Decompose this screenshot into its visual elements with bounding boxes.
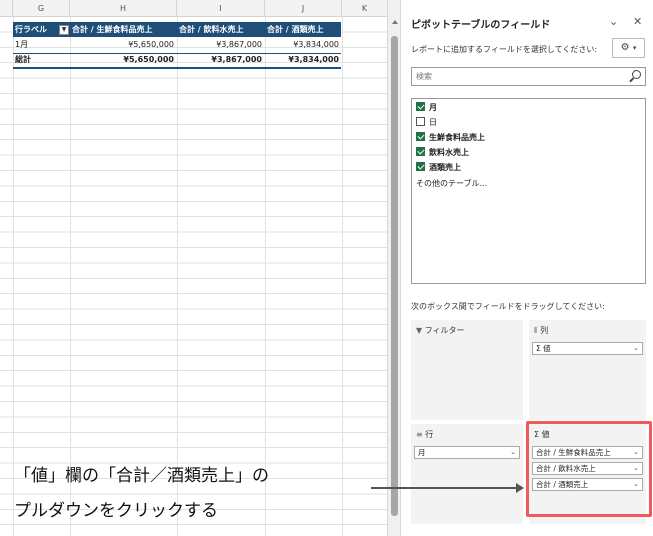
column-header-j[interactable]: J bbox=[265, 0, 342, 17]
vertical-scrollbar[interactable] bbox=[387, 0, 400, 536]
pivot-total-label[interactable]: 総計 bbox=[15, 53, 69, 67]
filter-area[interactable]: ▼ フィルター bbox=[411, 320, 523, 420]
columns-item-values[interactable]: Σ 値 ⌄ bbox=[532, 342, 643, 355]
pill-label: Σ 値 bbox=[536, 344, 551, 353]
pivot-total-fresh-food[interactable]: ¥5,650,000 bbox=[70, 53, 177, 67]
gear-icon: ⚙ bbox=[620, 42, 630, 53]
checkbox-checked-icon[interactable] bbox=[416, 162, 425, 171]
pivot-total-beverages[interactable]: ¥3,867,000 bbox=[177, 53, 265, 67]
columns-area-header: ⦀ 列 bbox=[534, 325, 548, 336]
grid-line bbox=[342, 17, 343, 536]
column-header-i[interactable]: I bbox=[177, 0, 265, 17]
pane-options-chevron-icon[interactable]: ⌄ bbox=[609, 15, 618, 28]
rows-area-header: ≡ 行 bbox=[416, 429, 433, 440]
annotation-line-2: プルダウンをクリックする bbox=[14, 501, 218, 521]
column-header-bar: G H I J K bbox=[0, 0, 387, 17]
field-item-month[interactable]: 月 bbox=[416, 101, 437, 115]
arrow-head-icon bbox=[516, 483, 524, 493]
field-item-beverage-sales[interactable]: 飲料水売上 bbox=[416, 146, 469, 160]
column-header-k[interactable]: K bbox=[342, 0, 387, 17]
chevron-down-icon[interactable]: ⌄ bbox=[633, 343, 639, 354]
search-input[interactable] bbox=[412, 68, 612, 85]
columns-icon: ⦀ bbox=[534, 326, 538, 335]
drag-hint: 次のボックス間でフィールドをドラッグしてください: bbox=[411, 302, 605, 311]
field-item-day[interactable]: 日 bbox=[416, 116, 437, 130]
column-header-g[interactable]: G bbox=[13, 0, 70, 17]
layout-options-button[interactable]: ⚙ ▾ bbox=[612, 38, 645, 58]
more-tables-link[interactable]: その他のテーブル... bbox=[416, 177, 487, 191]
field-label: 飲料水売上 bbox=[429, 148, 469, 157]
pivot-header-fresh-food[interactable]: 合計 / 生鮮食料品売上 bbox=[72, 23, 176, 37]
pivot-header-beverages[interactable]: 合計 / 飲料水売上 bbox=[179, 23, 265, 37]
column-header-spacer bbox=[0, 0, 13, 17]
pivot-header-row-labels[interactable]: 行ラベル bbox=[15, 23, 59, 37]
checkbox-checked-icon[interactable] bbox=[416, 102, 425, 111]
pivot-total-liquor[interactable]: ¥3,834,000 bbox=[265, 53, 342, 67]
pill-label: 月 bbox=[418, 448, 426, 457]
grid-line bbox=[177, 17, 178, 536]
rows-item-month[interactable]: 月 ⌄ bbox=[414, 446, 520, 459]
filter-area-label: フィルター bbox=[424, 326, 465, 335]
pivot-header-liquor[interactable]: 合計 / 酒類売上 bbox=[267, 23, 341, 37]
filter-area-header: ▼ フィルター bbox=[416, 325, 465, 336]
search-icon[interactable] bbox=[632, 70, 641, 79]
row-label-filter-button[interactable]: ▼ bbox=[59, 25, 69, 35]
field-search-box[interactable] bbox=[411, 67, 646, 86]
close-icon[interactable]: ✕ bbox=[633, 15, 642, 28]
pivot-row-label[interactable]: 1月 bbox=[15, 38, 69, 52]
pivot-cell-liquor[interactable]: ¥3,834,000 bbox=[265, 38, 342, 52]
chevron-down-icon: ▼ bbox=[61, 26, 67, 33]
cell-grid[interactable] bbox=[0, 17, 387, 536]
field-label: 日 bbox=[429, 118, 437, 127]
columns-area[interactable]: ⦀ 列 Σ 値 ⌄ bbox=[529, 320, 646, 420]
field-label: 月 bbox=[429, 103, 437, 112]
chevron-down-icon: ▾ bbox=[632, 44, 637, 52]
pivot-cell-fresh-food[interactable]: ¥5,650,000 bbox=[70, 38, 177, 52]
field-item-liquor-sales[interactable]: 酒類売上 bbox=[416, 161, 461, 175]
filter-icon: ▼ bbox=[416, 326, 423, 335]
highlight-box bbox=[526, 421, 652, 517]
rows-area[interactable]: ≡ 行 月 ⌄ bbox=[411, 424, 523, 524]
rows-icon: ≡ bbox=[416, 430, 423, 439]
checkbox-checked-icon[interactable] bbox=[416, 132, 425, 141]
grid-line bbox=[265, 17, 266, 536]
field-label: 酒類売上 bbox=[429, 163, 461, 172]
chevron-down-icon[interactable]: ⌄ bbox=[510, 447, 516, 458]
spreadsheet-grid[interactable]: G H I J K 行ラベル ▼ 合計 / 生鮮食料品売上 合計 / 飲料水売上… bbox=[0, 0, 387, 536]
checkbox-checked-icon[interactable] bbox=[416, 147, 425, 156]
scrollbar-thumb[interactable] bbox=[391, 36, 398, 516]
columns-area-label: 列 bbox=[540, 326, 549, 335]
checkbox-unchecked-icon[interactable] bbox=[416, 117, 425, 126]
field-list: 月 日 生鮮食料品売上 飲料水売上 酒類売上 その他のテーブル... bbox=[411, 98, 646, 284]
grid-line bbox=[70, 17, 71, 536]
total-bottom-border bbox=[13, 67, 341, 69]
rows-area-label: 行 bbox=[425, 430, 434, 439]
grid-line bbox=[13, 17, 14, 536]
pane-title: ピボットテーブルのフィールド bbox=[411, 20, 551, 31]
pivot-cell-beverages[interactable]: ¥3,867,000 bbox=[177, 38, 265, 52]
pane-subtitle: レポートに追加するフィールドを選択してください: bbox=[411, 45, 598, 54]
scroll-up-icon[interactable] bbox=[392, 20, 398, 24]
arrow-line bbox=[371, 487, 518, 489]
annotation-line-1: 「値」欄の「合計／酒類売上」の bbox=[14, 466, 269, 486]
column-header-h[interactable]: H bbox=[70, 0, 177, 17]
field-label: 生鮮食料品売上 bbox=[429, 133, 485, 142]
field-item-fresh-food-sales[interactable]: 生鮮食料品売上 bbox=[416, 131, 485, 145]
